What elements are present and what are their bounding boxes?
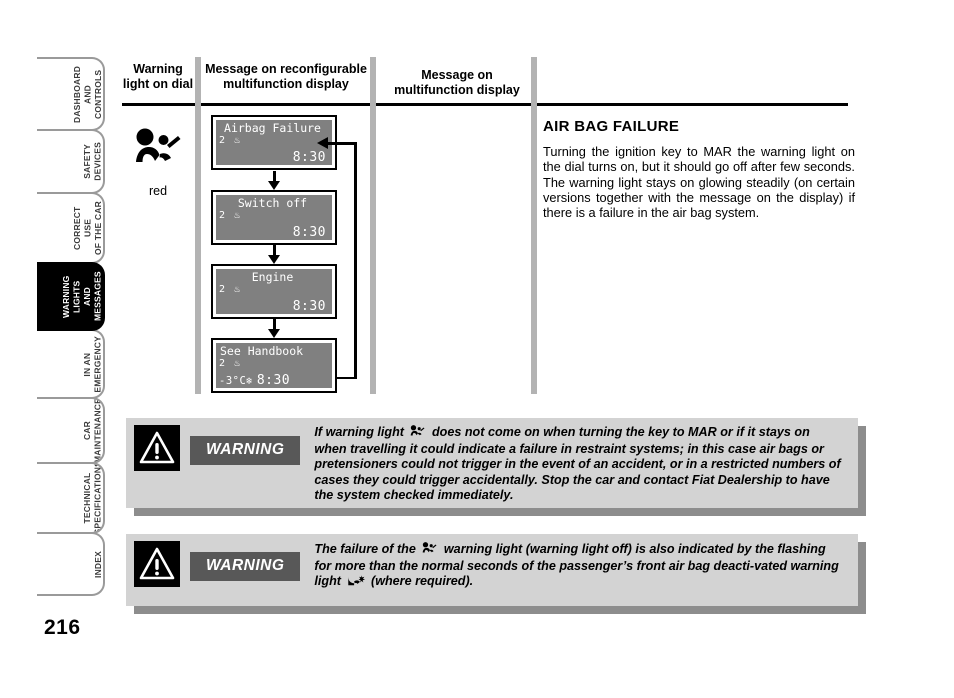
flow-arrow-down-2	[268, 245, 280, 265]
sidebar-item-warning-lights-and-messages[interactable]: WARNING LIGHTS AND MESSAGES	[37, 262, 105, 331]
column-header-warning-light: Warning light on dial	[122, 62, 194, 91]
warning-badge-2: WARNING	[190, 552, 301, 581]
lcd-screen: Engine 2 ♨ 8:30	[216, 269, 332, 314]
warning-text-after: (where required).	[367, 574, 474, 589]
page-number: 216	[44, 616, 81, 639]
warning-text-2: The failure of the warning light (warnin…	[300, 534, 858, 598]
warning-badge-1: WARNING	[190, 436, 301, 465]
detail-body: Turning the ignition key to MAR the warn…	[543, 144, 855, 221]
warning-text-before: If warning light	[314, 425, 408, 439]
fuel-pump-icon: ♨	[234, 284, 241, 295]
warning-box-body: WARNING If warning light does not come o…	[126, 418, 858, 508]
sidebar-item-label: WARNING LIGHTS AND MESSAGES	[61, 271, 103, 322]
fuel-pump-icon: ♨	[234, 210, 241, 221]
passenger-airbag-off-icon	[347, 574, 366, 591]
airbag-warning-icon	[409, 425, 426, 442]
sidebar-item-safety-devices[interactable]: SAFETY DEVICES	[37, 129, 105, 194]
header-divider-rule	[122, 103, 848, 106]
lcd-temperature: -3°C	[219, 375, 247, 387]
lcd-screen: Switch off 2 ♨ 8:30	[216, 195, 332, 240]
lcd-trip-value: 2	[219, 284, 226, 295]
lcd-message-title: Engine	[251, 270, 294, 284]
lcd-trip-value: 2	[219, 358, 226, 369]
fuel-pump-icon: ♨	[234, 135, 241, 146]
lcd-message-title: Airbag Failure	[224, 121, 321, 135]
sidebar-item-label: TECHNICAL SPECIFICATIONS	[82, 462, 103, 534]
lcd-clock: 8:30	[256, 373, 291, 388]
warning-text-1: If warning light does not come on when t…	[300, 418, 858, 509]
lcd-trip-indicator: 2 ♨	[219, 284, 241, 295]
warning-box-body: WARNING The failure of the warning light…	[126, 534, 858, 606]
airbag-warning-icon	[133, 128, 183, 170]
lcd-trip-indicator: 2 ♨	[219, 210, 241, 221]
sidebar-item-label: INDEX	[92, 550, 103, 578]
lcd-trip-value: 2	[219, 210, 226, 221]
flow-loop-top-segment	[327, 142, 357, 145]
lcd-clock: 8:30	[292, 150, 326, 165]
column-separator-3	[531, 57, 537, 394]
sidebar-tabs: DASHBOARD AND CONTROLS SAFETY DEVICES CO…	[37, 57, 105, 608]
warning-triangle-icon	[134, 425, 180, 471]
warning-box-1: WARNING If warning light does not come o…	[126, 418, 866, 516]
sidebar-item-dashboard-and-controls[interactable]: DASHBOARD AND CONTROLS	[37, 57, 105, 131]
flow-arrow-down-1	[268, 171, 280, 191]
lcd-bottom-row: -3°C❄ 8:30	[219, 373, 326, 388]
lcd-panel-4: See Handbook 2 ♨ -3°C❄ 8:30	[211, 338, 337, 393]
flow-loop-vertical-segment	[354, 143, 357, 379]
column-header-reconfigurable-display: Message on reconfigurable multifunction …	[205, 62, 367, 91]
sidebar-item-label: DASHBOARD AND CONTROLS	[71, 65, 103, 123]
warning-text-before: The failure of the	[314, 542, 420, 556]
warning-triangle-icon	[134, 541, 180, 587]
lcd-screen: See Handbook 2 ♨ -3°C❄ 8:30	[216, 343, 332, 388]
lcd-message-title: Switch off	[237, 196, 308, 210]
sidebar-item-index[interactable]: INDEX	[37, 532, 105, 596]
sidebar-item-label: CORRECT USE OF THE CAR	[71, 201, 103, 255]
warning-box-2: WARNING The failure of the warning light…	[126, 534, 866, 614]
sidebar-item-technical-specifications[interactable]: TECHNICAL SPECIFICATIONS	[37, 462, 105, 534]
lcd-trip-indicator: 2 ♨	[219, 135, 241, 146]
flow-loop-arrowhead	[317, 137, 328, 149]
lcd-message-title: See Handbook	[220, 344, 304, 358]
sidebar-item-in-an-emergency[interactable]: IN AN EMERGENCY	[37, 329, 105, 399]
sidebar-item-label: IN AN EMERGENCY	[82, 335, 103, 393]
lcd-message-flow: Airbag Failure 2 ♨ 8:30 Switch off 2 ♨ 8…	[205, 115, 365, 395]
flow-arrow-down-3	[268, 319, 280, 339]
lcd-panel-2: Switch off 2 ♨ 8:30	[211, 190, 337, 245]
lcd-screen: Airbag Failure 2 ♨ 8:30	[216, 120, 332, 165]
sidebar-item-car-maintenance[interactable]: CAR MAINTENANCE	[37, 397, 105, 464]
lcd-clock: 8:30	[292, 299, 326, 314]
lcd-clock: 8:30	[292, 225, 326, 240]
sidebar-item-label: CAR MAINTENANCE	[82, 398, 103, 464]
column-separator-1	[195, 57, 201, 394]
fuel-pump-icon: ♨	[234, 358, 241, 369]
lcd-panel-3: Engine 2 ♨ 8:30	[211, 264, 337, 319]
detail-title: AIR BAG FAILURE	[543, 118, 680, 135]
snowflake-icon: ❄	[246, 376, 253, 387]
lcd-trip-value: 2	[219, 135, 226, 146]
lcd-trip-indicator: 2 ♨	[219, 358, 241, 369]
airbag-warning-icon	[421, 542, 438, 559]
column-header-multifunction-display: Message on multifunction display	[394, 68, 520, 97]
sidebar-item-correct-use-of-the-car[interactable]: CORRECT USE OF THE CAR	[37, 192, 105, 264]
column-separator-2	[370, 57, 376, 394]
detail-section: AIR BAG FAILURE Turning the ignition key…	[543, 118, 855, 220]
warning-light-color-label: red	[148, 184, 168, 198]
sidebar-item-label: SAFETY DEVICES	[82, 142, 103, 181]
